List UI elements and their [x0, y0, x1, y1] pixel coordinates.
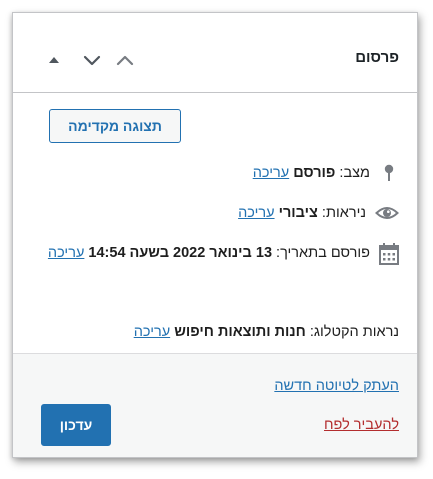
pin-icon [379, 163, 399, 183]
update-button[interactable]: עדכון [41, 404, 111, 446]
status-row: מצב: פורסם עריכה [253, 159, 399, 187]
eye-icon [375, 203, 399, 223]
preview-button[interactable]: תצוגה מקדימה [49, 109, 181, 143]
catalog-visibility-row: נראות הקטלוג: חנות ותוצאות חיפוש עריכה [134, 318, 399, 346]
visibility-edit-link[interactable]: עריכה [238, 205, 274, 221]
published-label: פורסם בתאריך: [276, 245, 370, 261]
status-label: מצב: [339, 165, 370, 181]
panel-title: פרסום [355, 49, 399, 66]
visibility-row: ניראות: ציבורי עריכה [238, 199, 399, 227]
panel-header: פרסום [13, 13, 417, 93]
chevron-down-icon[interactable] [81, 49, 103, 71]
visibility-label: ניראות: [321, 205, 366, 221]
panel-footer: העתק לטיוטה חדשה להעביר לפח עדכון [13, 353, 417, 457]
catalog-label: נראות הקטלוג: [309, 324, 399, 340]
calendar-icon [379, 243, 399, 265]
status-edit-link[interactable]: עריכה [253, 165, 289, 181]
published-edit-link[interactable]: עריכה [48, 245, 84, 261]
published-row: פורסם בתאריך: 13 בינואר 2022 בשעה 14:54 … [24, 239, 399, 267]
copy-to-draft-link[interactable]: העתק לטיוטה חדשה [274, 378, 399, 394]
status-value: פורסם [293, 165, 336, 181]
catalog-edit-link[interactable]: עריכה [134, 324, 170, 340]
catalog-value: חנות ותוצאות חיפוש [174, 324, 306, 340]
triangle-up-icon[interactable] [43, 49, 65, 71]
move-to-trash-link[interactable]: להעביר לפח [324, 417, 399, 433]
chevron-up-icon[interactable] [114, 49, 136, 71]
published-date: 13 בינואר 2022 בשעה 14:54 [88, 245, 273, 261]
publish-panel: פרסום תצוגה מקדימה מצב: פורסם עריכה נירא… [12, 12, 418, 458]
visibility-value: ציבורי [278, 205, 318, 221]
